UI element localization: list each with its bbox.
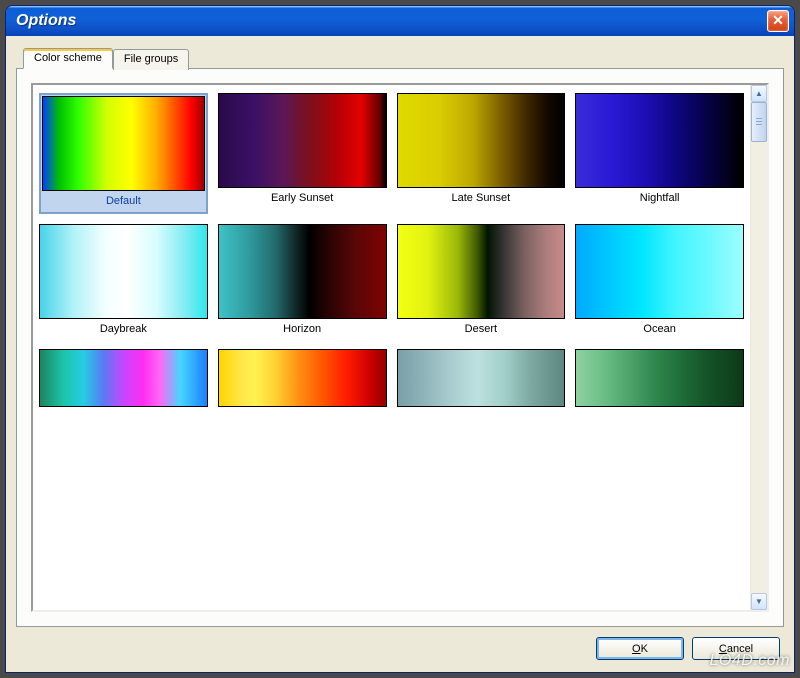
color-scheme-item[interactable]: [397, 349, 566, 407]
color-scheme-preview: [397, 93, 566, 188]
color-scheme-preview: [397, 224, 566, 319]
client-area: Color scheme File groups Default Early Su…: [6, 36, 794, 672]
ok-hotkey: O: [632, 643, 641, 655]
tab-color-scheme[interactable]: Color scheme: [23, 48, 113, 69]
ok-button[interactable]: OK: [596, 637, 684, 660]
color-scheme-label: Desert: [397, 319, 566, 339]
tab-label: Color scheme: [34, 52, 102, 64]
tab-panel-color-scheme: Default Early Sunset Late Sunset Nightfall D…: [16, 68, 784, 627]
dialog-button-row: OK Cancel: [16, 627, 784, 660]
color-scheme-label: Daybreak: [39, 319, 208, 339]
options-dialog: Options ✕ Color scheme File groups Defau…: [5, 5, 795, 673]
scroll-track[interactable]: [751, 102, 767, 593]
color-scheme-item[interactable]: Default: [39, 93, 208, 214]
color-scheme-preview: [575, 93, 744, 188]
tab-file-groups[interactable]: File groups: [113, 49, 189, 70]
color-scheme-item[interactable]: Ocean: [575, 224, 744, 339]
color-scheme-item[interactable]: Early Sunset: [218, 93, 387, 214]
color-scheme-preview: [397, 349, 566, 407]
color-scheme-item[interactable]: Desert: [397, 224, 566, 339]
scroll-thumb[interactable]: [751, 102, 767, 142]
window-title: Options: [16, 12, 767, 30]
scheme-list-container: Default Early Sunset Late Sunset Nightfall D…: [31, 83, 769, 612]
ok-rest: K: [641, 643, 648, 655]
color-scheme-preview: [218, 349, 387, 407]
scroll-up-button[interactable]: ▲: [751, 85, 767, 102]
color-scheme-label: Nightfall: [575, 188, 744, 208]
color-scheme-label: Default: [42, 191, 205, 211]
color-scheme-item[interactable]: Horizon: [218, 224, 387, 339]
color-scheme-label: Ocean: [575, 319, 744, 339]
color-scheme-preview: [218, 224, 387, 319]
cancel-rest: ancel: [727, 643, 753, 655]
scroll-down-button[interactable]: ▼: [751, 593, 767, 610]
color-scheme-preview: [39, 349, 208, 407]
color-scheme-item[interactable]: Daybreak: [39, 224, 208, 339]
color-scheme-preview: [39, 224, 208, 319]
chevron-up-icon: ▲: [755, 89, 763, 98]
color-scheme-item[interactable]: Late Sunset: [397, 93, 566, 214]
close-button[interactable]: ✕: [767, 10, 789, 32]
tab-strip: Color scheme File groups: [23, 48, 784, 69]
color-scheme-preview: [42, 96, 205, 191]
close-icon: ✕: [772, 12, 784, 28]
color-scheme-preview: [575, 349, 744, 407]
titlebar[interactable]: Options ✕: [6, 6, 794, 36]
color-scheme-item[interactable]: [39, 349, 208, 407]
color-scheme-item[interactable]: Nightfall: [575, 93, 744, 214]
scheme-list: Default Early Sunset Late Sunset Nightfall D…: [33, 85, 750, 610]
color-scheme-preview: [218, 93, 387, 188]
color-scheme-item[interactable]: [218, 349, 387, 407]
cancel-button[interactable]: Cancel: [692, 637, 780, 660]
color-scheme-item[interactable]: [575, 349, 744, 407]
chevron-down-icon: ▼: [755, 597, 763, 606]
color-scheme-label: Late Sunset: [397, 188, 566, 208]
vertical-scrollbar[interactable]: ▲ ▼: [750, 85, 767, 610]
cancel-hotkey: C: [719, 643, 727, 655]
tab-label: File groups: [124, 53, 178, 65]
color-scheme-preview: [575, 224, 744, 319]
color-scheme-label: Horizon: [218, 319, 387, 339]
color-scheme-label: Early Sunset: [218, 188, 387, 208]
